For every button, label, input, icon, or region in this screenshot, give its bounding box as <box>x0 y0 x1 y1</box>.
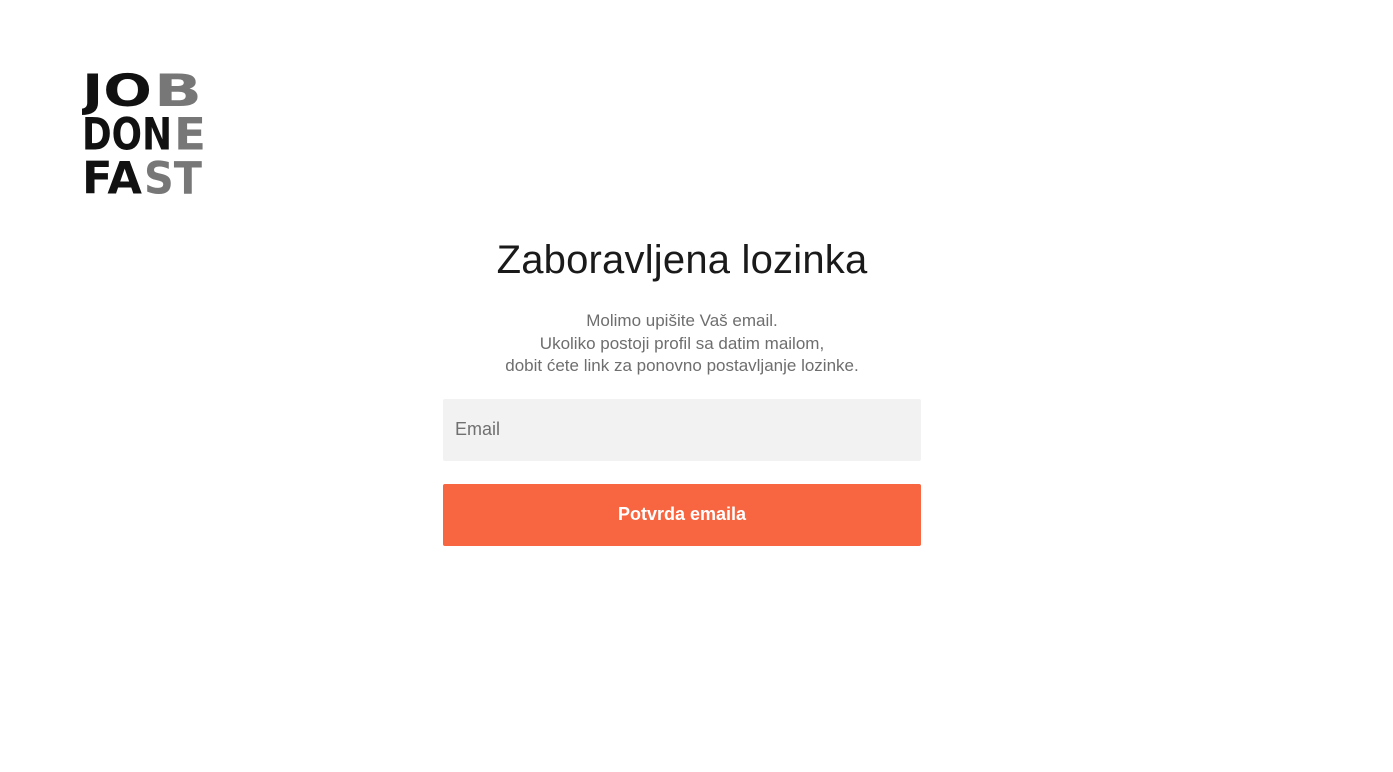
job-done-fast-logo: JO B DON E FA ST <box>82 62 208 196</box>
instructions-text: Molimo upišite Vaš email. Ukoliko postoj… <box>443 310 921 378</box>
confirm-email-button[interactable]: Potvrda emaila <box>443 483 921 546</box>
forgot-password-page: JO B DON E FA ST Zaboravljena lozinka Mo… <box>0 0 1393 772</box>
logo-line-3-light: ST <box>144 153 202 196</box>
forgot-password-form: Zaboravljena lozinka Molimo upišite Vaš … <box>443 230 921 546</box>
instructions-line: dobit ćete link za ponovno postavljanje … <box>505 356 859 375</box>
page-title: Zaboravljena lozinka <box>496 238 868 282</box>
instructions-line: Ukoliko postoji profil sa datim mailom, <box>539 333 825 353</box>
logo-line-3-dark: FA <box>82 153 142 196</box>
instructions-line: Molimo upišite Vaš email. <box>586 311 778 330</box>
email-input[interactable] <box>443 398 921 461</box>
